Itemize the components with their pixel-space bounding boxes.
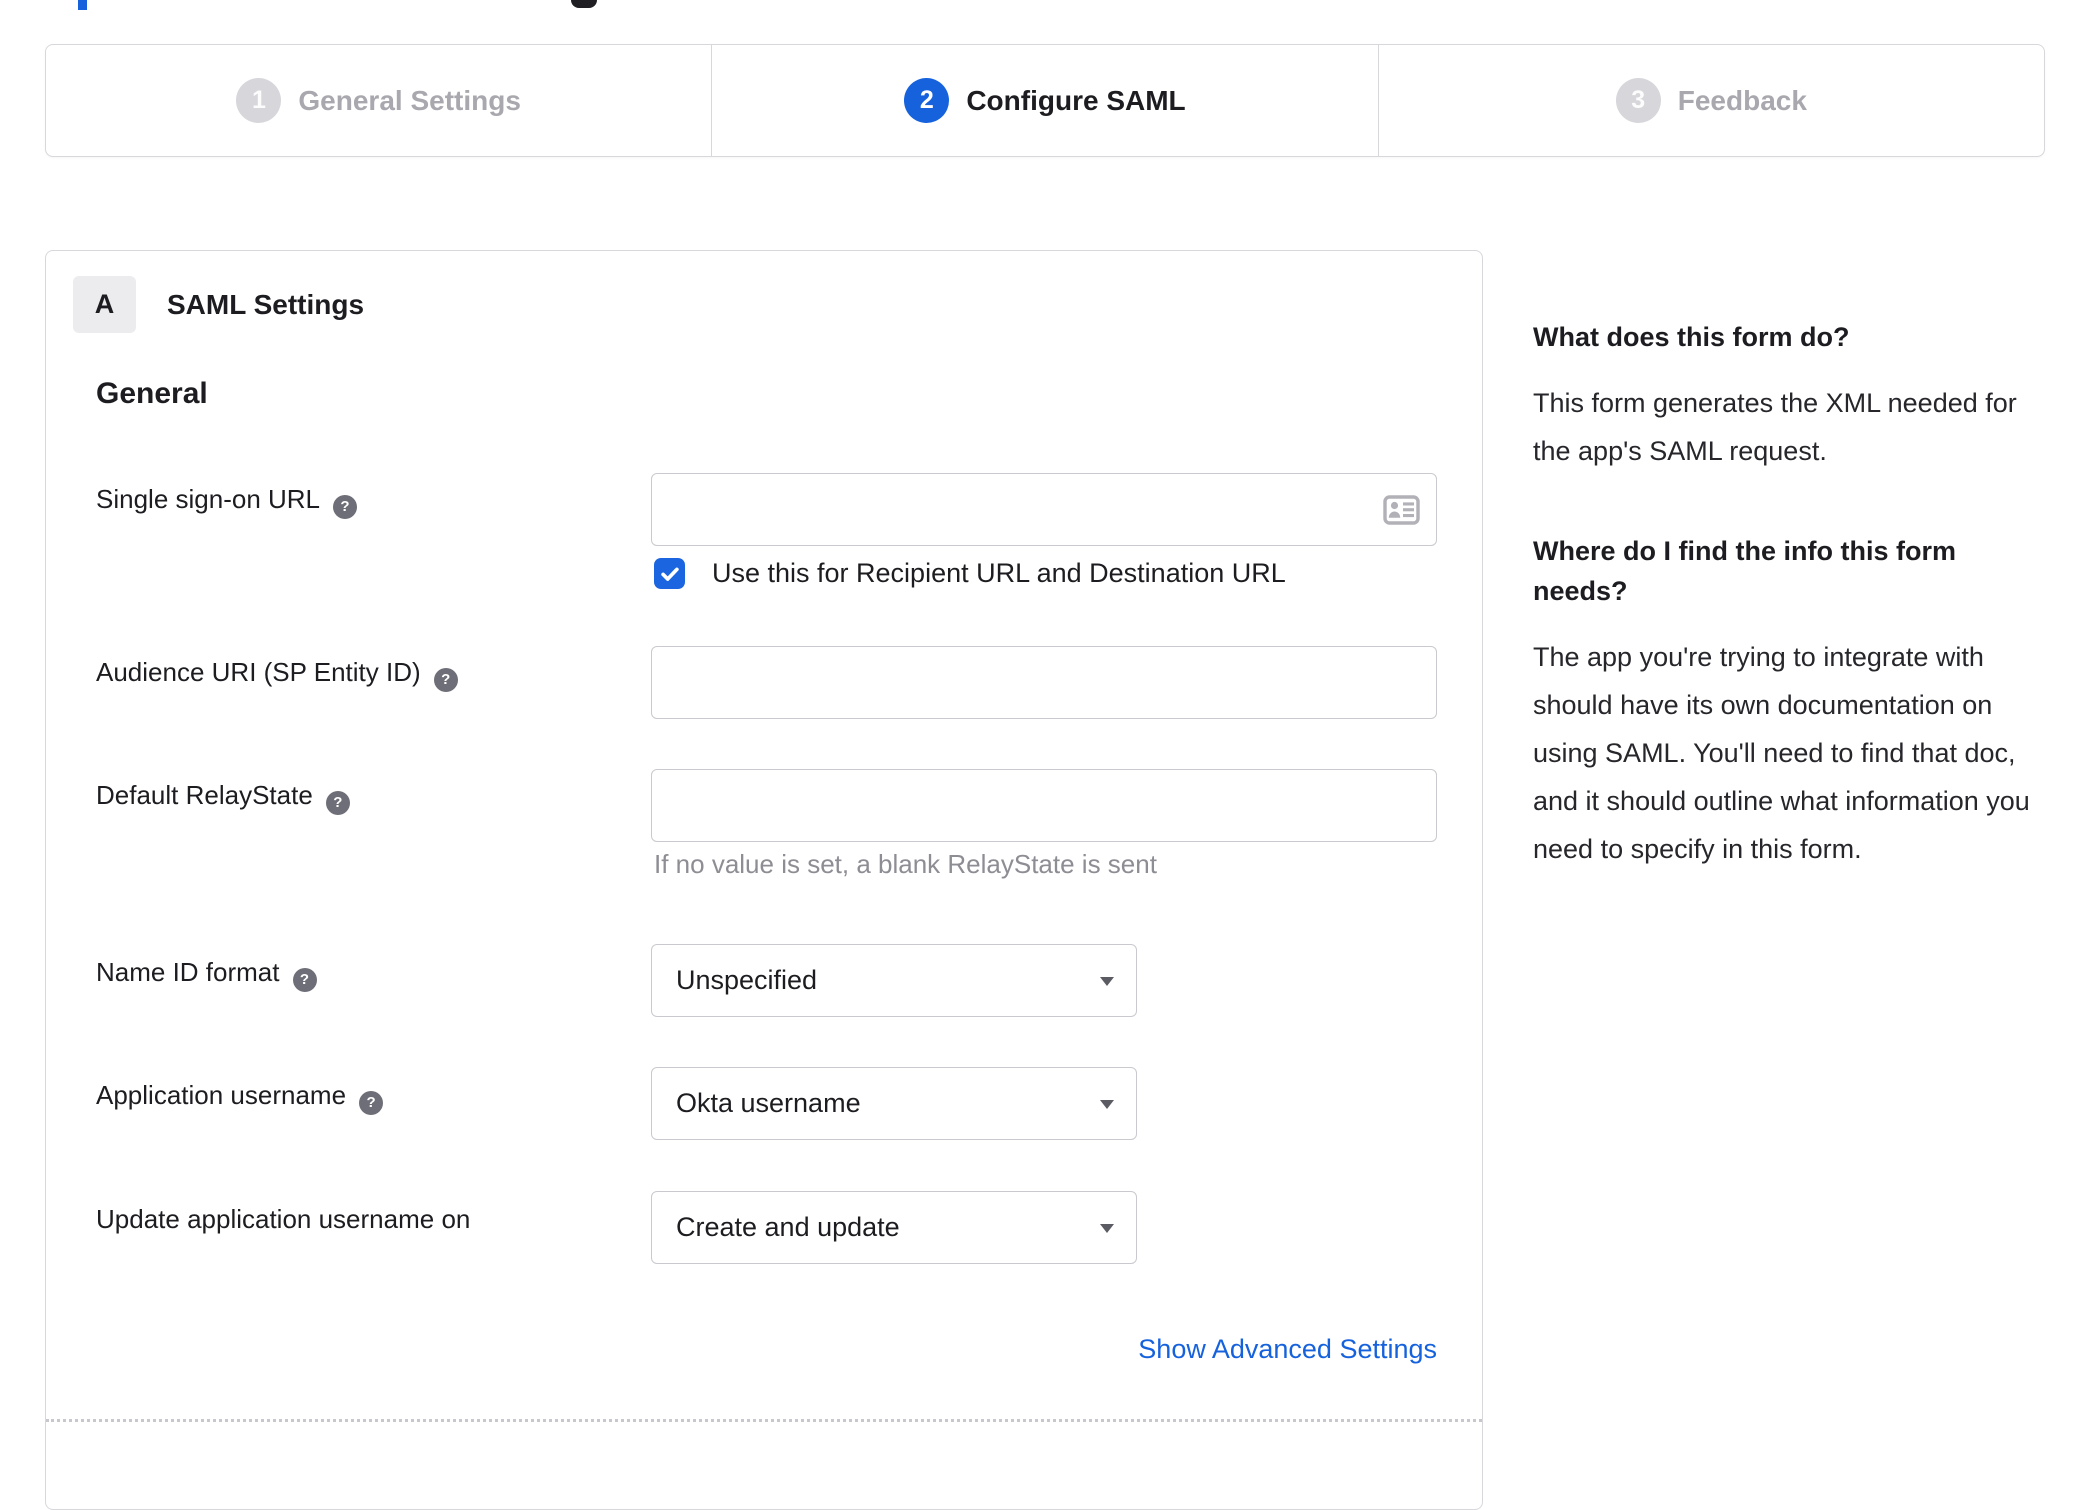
step-label: General Settings — [298, 84, 521, 116]
label-audience-uri: Audience URI (SP Entity ID)? — [96, 657, 458, 692]
label-name-id-format: Name ID format? — [96, 957, 317, 992]
audience-uri-input[interactable] — [651, 646, 1437, 719]
step-general-settings[interactable]: 1 General Settings — [46, 45, 711, 156]
label-application-username: Application username? — [96, 1080, 384, 1115]
cutoff-title-fragment — [78, 0, 87, 10]
name-id-format-select[interactable]: Unspecified — [651, 944, 1137, 1017]
select-value: Create and update — [676, 1212, 900, 1242]
question-mark-icon[interactable]: ? — [433, 667, 458, 692]
question-mark-icon[interactable]: ? — [333, 494, 358, 519]
select-value: Unspecified — [676, 965, 818, 995]
checkmark-icon[interactable] — [654, 558, 685, 589]
step-feedback[interactable]: 3 Feedback — [1377, 45, 2044, 156]
wizard-stepper: 1 General Settings 2 Configure SAML 3 Fe… — [45, 44, 2045, 157]
single-sign-on-url-input[interactable] — [651, 473, 1437, 546]
default-relaystate-input[interactable] — [651, 769, 1437, 842]
label-update-application-username-on: Update application username on — [96, 1204, 471, 1234]
cutoff-logo-fragment — [571, 0, 597, 8]
step-number-badge: 3 — [1615, 78, 1661, 123]
group-title-general: General — [96, 377, 208, 410]
caret-down-icon — [1100, 1223, 1114, 1233]
step-configure-saml[interactable]: 2 Configure SAML — [711, 45, 1377, 156]
help-sidebar: What does this form do? This form genera… — [1533, 317, 2049, 873]
question-mark-icon[interactable]: ? — [359, 1090, 384, 1115]
recipient-url-checkbox-row: Use this for Recipient URL and Destinati… — [654, 558, 1286, 589]
sidebar-body-text: This form generates the XML needed for t… — [1533, 388, 2017, 466]
sidebar-section-where: Where do I find the info this form needs… — [1533, 531, 2049, 873]
label-default-relaystate: Default RelayState? — [96, 780, 350, 815]
show-advanced-settings-link[interactable]: Show Advanced Settings — [1138, 1334, 1437, 1364]
question-mark-icon[interactable]: ? — [292, 967, 317, 992]
step-label: Configure SAML — [966, 84, 1186, 116]
sidebar-heading: Where do I find the info this form needs… — [1533, 536, 1956, 606]
select-value: Okta username — [676, 1088, 861, 1118]
step-number-badge: 1 — [236, 78, 282, 123]
section-title: SAML Settings — [167, 289, 365, 320]
caret-down-icon — [1100, 1099, 1114, 1109]
saml-settings-card: A SAML Settings General Single sign-on U… — [45, 250, 1483, 1510]
sidebar-heading: What does this form do? — [1533, 322, 1850, 352]
checkbox-label: Use this for Recipient URL and Destinati… — [712, 558, 1286, 588]
relaystate-helper-text: If no value is set, a blank RelayState i… — [654, 849, 1157, 879]
question-mark-icon[interactable]: ? — [325, 790, 350, 815]
step-label: Feedback — [1677, 84, 1807, 116]
caret-down-icon — [1100, 976, 1114, 986]
section-a-badge: A — [73, 276, 136, 333]
sidebar-body-text: The app you're trying to integrate with … — [1533, 642, 2030, 864]
section-dotted-divider — [46, 1419, 1482, 1422]
update-application-username-select[interactable]: Create and update — [651, 1191, 1137, 1264]
sidebar-section-what: What does this form do? This form genera… — [1533, 317, 2049, 475]
contact-card-icon[interactable] — [1383, 494, 1420, 525]
label-single-sign-on-url: Single sign-on URL? — [96, 484, 358, 519]
step-number-badge: 2 — [904, 78, 950, 123]
application-username-select[interactable]: Okta username — [651, 1067, 1137, 1140]
